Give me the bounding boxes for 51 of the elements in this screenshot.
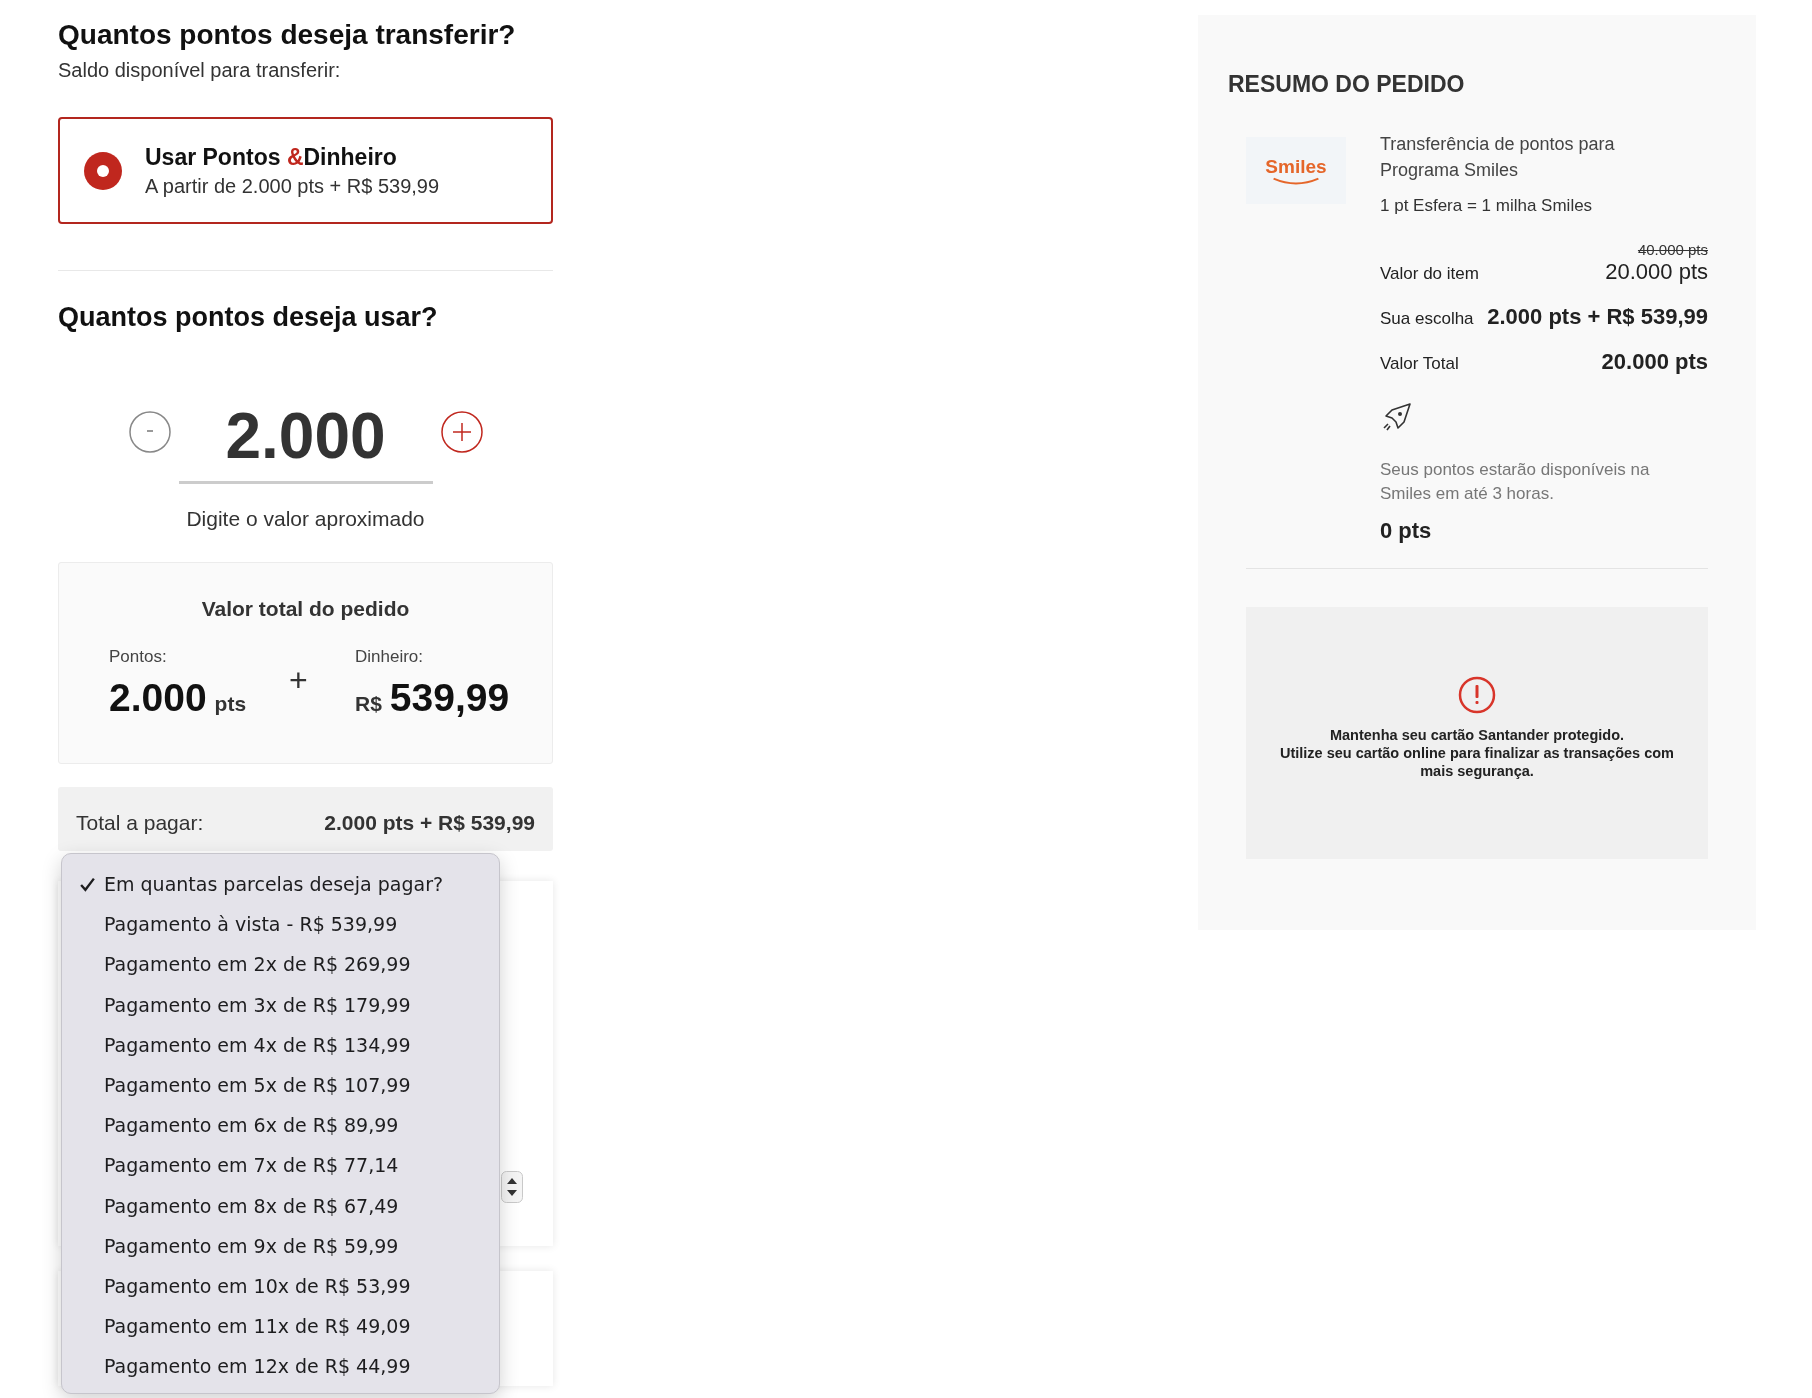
minus-icon[interactable] [128,411,171,453]
total-value: 2.000 pts + R$ 539,99 [324,811,535,835]
old-price: 40.000 pts [1637,241,1708,259]
menu-item[interactable]: Pagamento à vista - R$ 539,99 [62,904,499,945]
menu-item[interactable]: Pagamento em 6x de R$ 89,99 [62,1105,499,1146]
menu-item[interactable]: Pagamento em 7x de R$ 77,14 [62,1145,499,1186]
delivery-note: Seus pontos estarão disponíveis na Smiles em até 3 horas. [1380,459,1651,505]
section-title: Quantos pontos deseja transferir? [58,18,517,52]
row-label: Valor do item [1380,264,1479,284]
alert-icon [1458,676,1496,714]
menu-item[interactable]: Pagamento em 4x de R$ 134,99 [62,1024,499,1065]
option-title: Usar Pontos &Dinheiro [145,142,398,172]
alert-text: Utilize seu cartão online para finalizar as transações com mais segurança. [1278,744,1676,780]
points-label: Pontos: [109,646,168,668]
menu-item[interactable]: Pagamento em 11x de R$ 49,09 [62,1306,499,1347]
menu-item[interactable]: Pagamento em 10x de R$ 53,99 [62,1265,499,1307]
menu-item[interactable]: Pagamento em 9x de R$ 59,99 [62,1225,499,1266]
option-subtitle: A partir de 2.000 pts + R$ 539,99 [145,173,440,199]
payment-option[interactable]: Usar Pontos &Dinheiro A partir de 2.000 pts + R$ 539,99 [58,117,553,224]
radio-button[interactable] [84,151,122,190]
row-value: 2.000 pts + R$ 539,99 [1487,304,1708,330]
points-value: 2.000 [109,675,207,721]
balance-label: Saldo disponível para transferir: [58,58,342,83]
menu-item[interactable]: Pagamento em 12x de R$ 44,99 [62,1346,499,1387]
plus-icon[interactable] [440,411,483,453]
item-description: Transferência de pontos para Programa Smiles [1380,133,1616,182]
money-label: Dinheiro: [355,646,425,668]
menu-item[interactable]: Pagamento em 3x de R$ 179,99 [62,984,499,1025]
menu-item[interactable]: Em quantas parcelas deseja pagar? [62,864,499,905]
panel-title: RESUMO DO PEDIDO [1228,70,1466,99]
currency-symbol: R$ [355,692,382,716]
conversion-rate: 1 pt Esfera = 1 milha Smiles [1380,195,1594,217]
alert-text: Mantenha seu cartão Santander protegido. [1329,726,1625,744]
menu-item[interactable]: Pagamento em 5x de R$ 107,99 [62,1064,499,1106]
partner-logo: Smiles [1246,137,1346,204]
menu-item[interactable]: Pagamento em 2x de R$ 269,99 [62,944,499,985]
row-value: 20.000 pts [1601,349,1708,375]
row-label: Valor Total [1380,354,1459,374]
row-value: 20.000 pts [1605,259,1708,285]
total-label: Total a pagar: [76,811,204,835]
points-input[interactable]: 2.000 [178,390,433,484]
money-value: 539,99 [389,675,510,721]
plus-sign: + [289,662,309,699]
section-title: Quantos pontos deseja usar? [58,301,439,334]
input-hint: Digite o valor aproximado [185,506,426,532]
points-balance: 0 pts [1380,518,1433,544]
row-label: Sua escolha [1380,309,1474,329]
points-unit: pts [214,692,247,716]
menu-item[interactable]: Pagamento em 8x de R$ 67,49 [62,1185,499,1226]
card-title: Valor total do pedido [200,596,411,622]
select-arrows-icon[interactable] [501,1171,523,1203]
